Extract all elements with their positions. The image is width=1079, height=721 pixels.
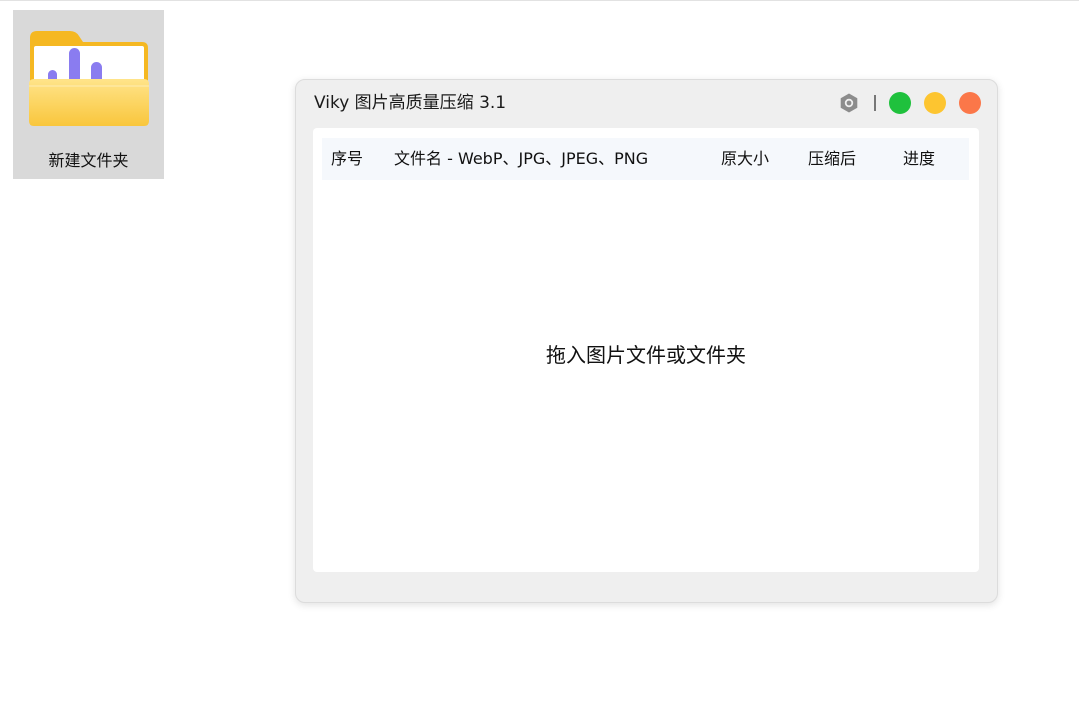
title-controls (838, 91, 981, 115)
drop-hint: 拖入图片文件或文件夹 (546, 343, 746, 367)
column-header-progress: 进度 (903, 149, 936, 168)
column-header-original-size: 原大小 (721, 149, 770, 168)
app-title: Viky 图片高质量压缩 3.1 (314, 93, 507, 113)
close-button[interactable] (959, 92, 981, 114)
column-header-compressed-size: 压缩后 (808, 149, 857, 168)
file-drop-area[interactable]: 序号 文件名 - WebP、JPG、JPEG、PNG 原大小 压缩后 进度 拖入… (313, 128, 979, 572)
settings-icon[interactable] (838, 92, 860, 114)
desktop-folder-new-folder[interactable]: 新建文件夹 (13, 10, 164, 179)
title-separator (874, 95, 876, 111)
app-window: Viky 图片高质量压缩 3.1 序号 文件名 - WebP、JPG、JPEG、… (295, 79, 998, 603)
screen-top-edge (0, 0, 1079, 1)
column-header-index: 序号 (331, 149, 364, 168)
folder-icon (28, 28, 150, 128)
folder-label: 新建文件夹 (48, 151, 129, 170)
green-dot-button[interactable] (889, 92, 911, 114)
minimize-button[interactable] (924, 92, 946, 114)
table-header: 序号 文件名 - WebP、JPG、JPEG、PNG 原大小 压缩后 进度 (322, 138, 969, 180)
column-header-filename: 文件名 - WebP、JPG、JPEG、PNG (394, 149, 649, 168)
